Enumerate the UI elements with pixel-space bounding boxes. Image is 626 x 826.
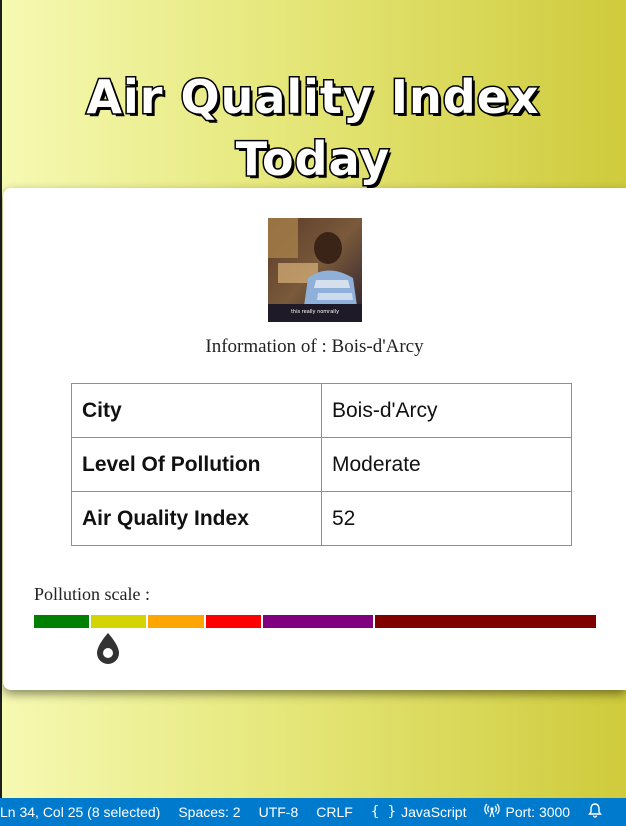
page-title: Air Quality Index Today xyxy=(0,66,626,190)
scale-segment xyxy=(34,615,90,628)
table-row: Air Quality Index 52 xyxy=(71,491,572,546)
row-value: Bois-d'Arcy xyxy=(321,383,572,438)
row-key: Level Of Pollution xyxy=(71,437,322,492)
title-line-2: Today xyxy=(234,131,391,188)
info-city: Bois-d'Arcy xyxy=(331,336,424,357)
row-key: Air Quality Index xyxy=(71,491,322,546)
info-prefix: Information of : xyxy=(205,336,332,357)
row-value: 52 xyxy=(321,491,572,546)
indentation-setting[interactable]: Spaces: 2 xyxy=(169,798,249,826)
table-row: Level Of Pollution Moderate xyxy=(71,437,572,492)
row-key: City xyxy=(71,383,322,438)
location-pin-icon xyxy=(93,630,123,666)
pollution-scale-bar xyxy=(34,615,597,628)
info-line: Information of : Bois-d'Arcy xyxy=(3,336,626,358)
encoding-setting[interactable]: UTF-8 xyxy=(250,798,308,826)
city-photo: this really nomrally xyxy=(268,218,362,322)
cursor-position[interactable]: Ln 34, Col 25 (8 selected) xyxy=(0,798,169,826)
row-value: Moderate xyxy=(321,437,572,492)
language-label: JavaScript xyxy=(401,804,467,820)
pollution-scale-label: Pollution scale : xyxy=(34,584,150,604)
scale-segment xyxy=(205,615,261,628)
broadcast-icon xyxy=(484,803,501,821)
end-of-line-setting[interactable]: CRLF xyxy=(307,798,362,826)
port-label: Port: 3000 xyxy=(505,804,571,820)
bell-icon xyxy=(588,803,602,821)
status-bar: Ln 34, Col 25 (8 selected) Spaces: 2 UTF… xyxy=(0,798,626,826)
aqi-table: City Bois-d'Arcy Level Of Pollution Mode… xyxy=(71,383,572,546)
table-row: City Bois-d'Arcy xyxy=(71,383,572,438)
notifications-button[interactable] xyxy=(579,798,611,826)
scale-segment xyxy=(262,615,374,628)
info-card: this really nomrally Information of : Bo… xyxy=(3,188,626,690)
port-indicator[interactable]: Port: 3000 xyxy=(475,798,579,826)
title-line-1: Air Quality Index xyxy=(85,69,540,126)
braces-icon: { } xyxy=(370,804,397,820)
scale-segment xyxy=(91,615,147,628)
photo-caption: this really nomrally xyxy=(291,309,339,315)
language-mode[interactable]: { } JavaScript xyxy=(362,798,476,826)
scale-segment xyxy=(148,615,204,628)
scale-segment xyxy=(375,615,597,628)
